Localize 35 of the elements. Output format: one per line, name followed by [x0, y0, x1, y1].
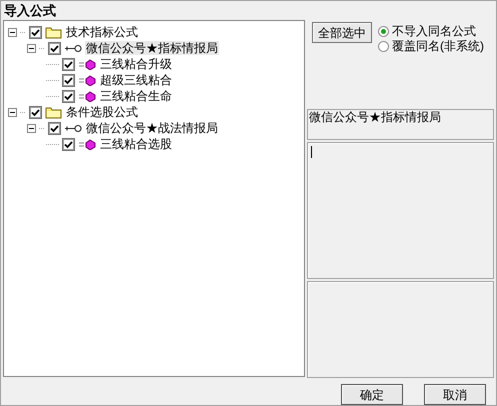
checkbox[interactable] [29, 106, 42, 118]
checkbox[interactable] [62, 58, 75, 70]
dialog-button[interactable]: 取消 [424, 384, 486, 405]
tree-item[interactable]: 微信公众号★战法情报局 [85, 121, 219, 135]
description-field[interactable] [307, 142, 494, 279]
select-all-button[interactable]: 全部选中 [312, 22, 372, 43]
tree-item[interactable]: 技术指标公式 [65, 25, 139, 39]
tree-item[interactable]: 超级三线粘合 [99, 73, 173, 87]
formula-name-label: 微信公众号★指标情报局 [307, 109, 494, 140]
checkbox[interactable] [48, 122, 61, 134]
checkbox[interactable] [62, 138, 75, 150]
radio-label[interactable]: 覆盖同名(非系统) [392, 40, 484, 52]
expander-icon[interactable] [27, 124, 36, 132]
checkbox[interactable] [62, 74, 75, 86]
expander-icon[interactable] [8, 28, 17, 36]
folder-icon [45, 26, 62, 38]
key-icon [64, 124, 82, 132]
tree-item[interactable]: 三线粘合生命 [99, 89, 173, 103]
expander-icon[interactable] [27, 44, 36, 52]
checkbox[interactable] [48, 42, 61, 54]
folder-icon [45, 106, 62, 118]
radio-button[interactable] [378, 40, 389, 52]
tree-item[interactable]: 三线粘合选股 [99, 137, 173, 151]
checkbox[interactable] [29, 26, 42, 38]
expander-icon[interactable] [8, 108, 17, 116]
tree-item[interactable]: 微信公众号★指标情报局 [85, 41, 219, 55]
checkbox[interactable] [62, 90, 75, 102]
window-title: 导入公式 [4, 4, 56, 17]
tree-item[interactable]: 三线粘合升级 [99, 57, 173, 71]
radio-button[interactable] [378, 26, 389, 36]
text-cursor [311, 146, 312, 158]
radio-label[interactable]: 不导入同名公式 [392, 25, 476, 37]
key-icon [64, 44, 82, 52]
dialog-button[interactable]: 确定 [341, 384, 403, 405]
tree-item[interactable]: 条件选股公式 [65, 105, 139, 119]
